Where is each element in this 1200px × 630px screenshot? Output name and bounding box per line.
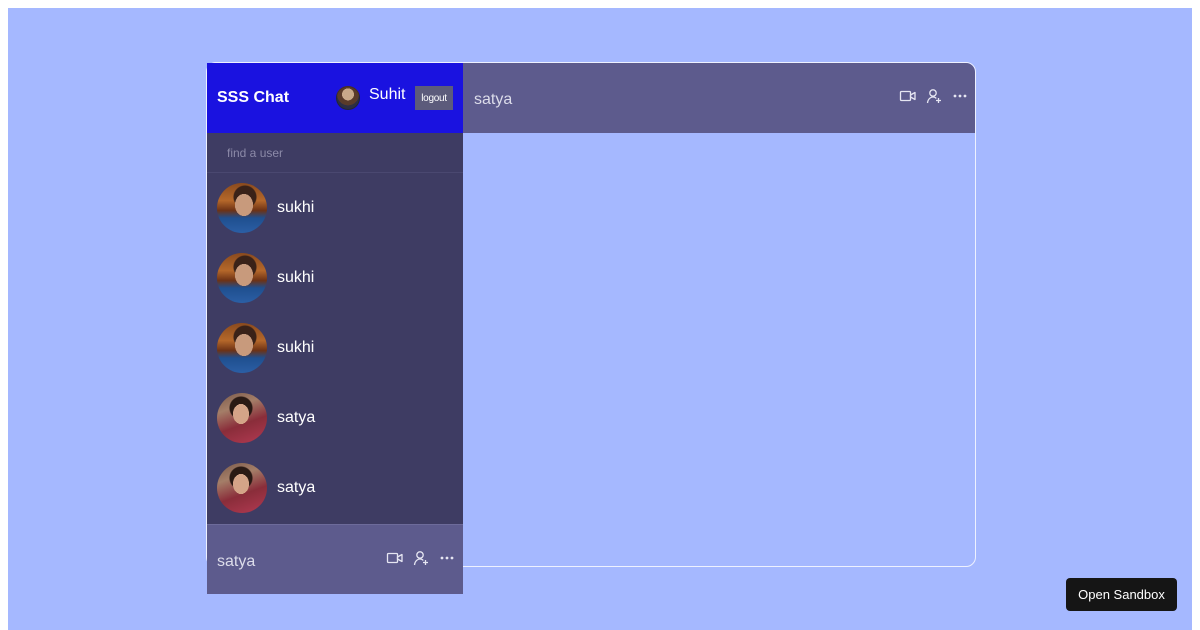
chat-name: sukhi [277,338,315,356]
add-user-icon[interactable] [412,549,430,567]
chat-name: satya [277,478,316,496]
current-user-name: Suhit [369,86,406,103]
messages-area[interactable] [463,133,975,566]
current-user-avatar [336,86,360,110]
chat-header-name: satya [474,91,513,108]
open-sandbox-button[interactable]: Open Sandbox [1066,578,1177,611]
chat-name: satya [277,408,316,426]
chat-item[interactable]: sukhi [207,243,463,313]
video-camera-icon[interactable] [386,549,404,567]
chat-avatar [217,323,267,373]
sidebar: SSS Chat Suhit logout sukhi sukhi sukhi … [207,63,463,594]
logout-button[interactable]: logout [415,86,453,110]
more-icon[interactable] [951,87,969,105]
search-form [207,133,463,173]
chat-name: sukhi [277,198,315,216]
current-user: Suhit [336,86,405,110]
chat-name: sukhi [277,268,315,286]
chat-item[interactable]: sukhi [207,173,463,243]
navbar: SSS Chat Suhit logout [207,63,463,133]
add-user-icon[interactable] [925,87,943,105]
chat-item[interactable]: satya [207,453,463,523]
chat-avatar [217,253,267,303]
overflow-chat-header-name: satya [217,553,256,570]
search-input[interactable] [227,133,447,173]
video-camera-icon[interactable] [899,87,917,105]
chat-avatar [217,183,267,233]
chat-item[interactable]: sukhi [207,313,463,383]
overflow-chat-header-icons [386,549,456,567]
chat-header-icons [899,87,969,105]
chat-item[interactable]: satya [207,383,463,453]
app-logo: SSS Chat [217,89,290,106]
overflow-chat-header: satya [207,524,463,594]
chat-avatar [217,393,267,443]
chat-avatar [217,463,267,513]
more-icon[interactable] [438,549,456,567]
chat-header: satya [463,63,975,133]
chat-list: sukhi sukhi sukhi satya satya [207,173,463,523]
